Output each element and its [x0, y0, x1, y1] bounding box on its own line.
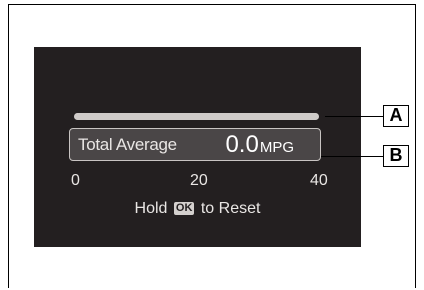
total-average-box: Total Average 0.0MPG	[69, 128, 321, 161]
callout-a: A	[383, 105, 409, 127]
average-fuel-bar-track	[74, 113, 319, 120]
callout-b: B	[383, 145, 409, 167]
scale-tick-20: 20	[190, 172, 208, 189]
reset-instruction-prefix: Hold	[134, 200, 168, 217]
reset-instruction-suffix: to Reset	[200, 200, 261, 217]
ok-button-icon: OK	[173, 202, 195, 215]
total-average-unit: MPG	[259, 139, 294, 156]
reset-instruction: Hold OK to Reset	[34, 200, 361, 218]
average-fuel-bar	[74, 113, 319, 120]
scale-tick-40: 40	[310, 172, 328, 189]
mpg-display-screen: Total Average 0.0MPG 0 20 40 Hold OK to …	[34, 47, 361, 247]
total-average-number: 0.0	[225, 131, 259, 158]
scale-tick-0: 0	[71, 172, 80, 189]
callout-a-leader	[325, 116, 383, 117]
callout-b-leader	[321, 156, 383, 157]
total-average-value: 0.0MPG	[225, 131, 294, 159]
total-average-label: Total Average	[78, 135, 177, 154]
